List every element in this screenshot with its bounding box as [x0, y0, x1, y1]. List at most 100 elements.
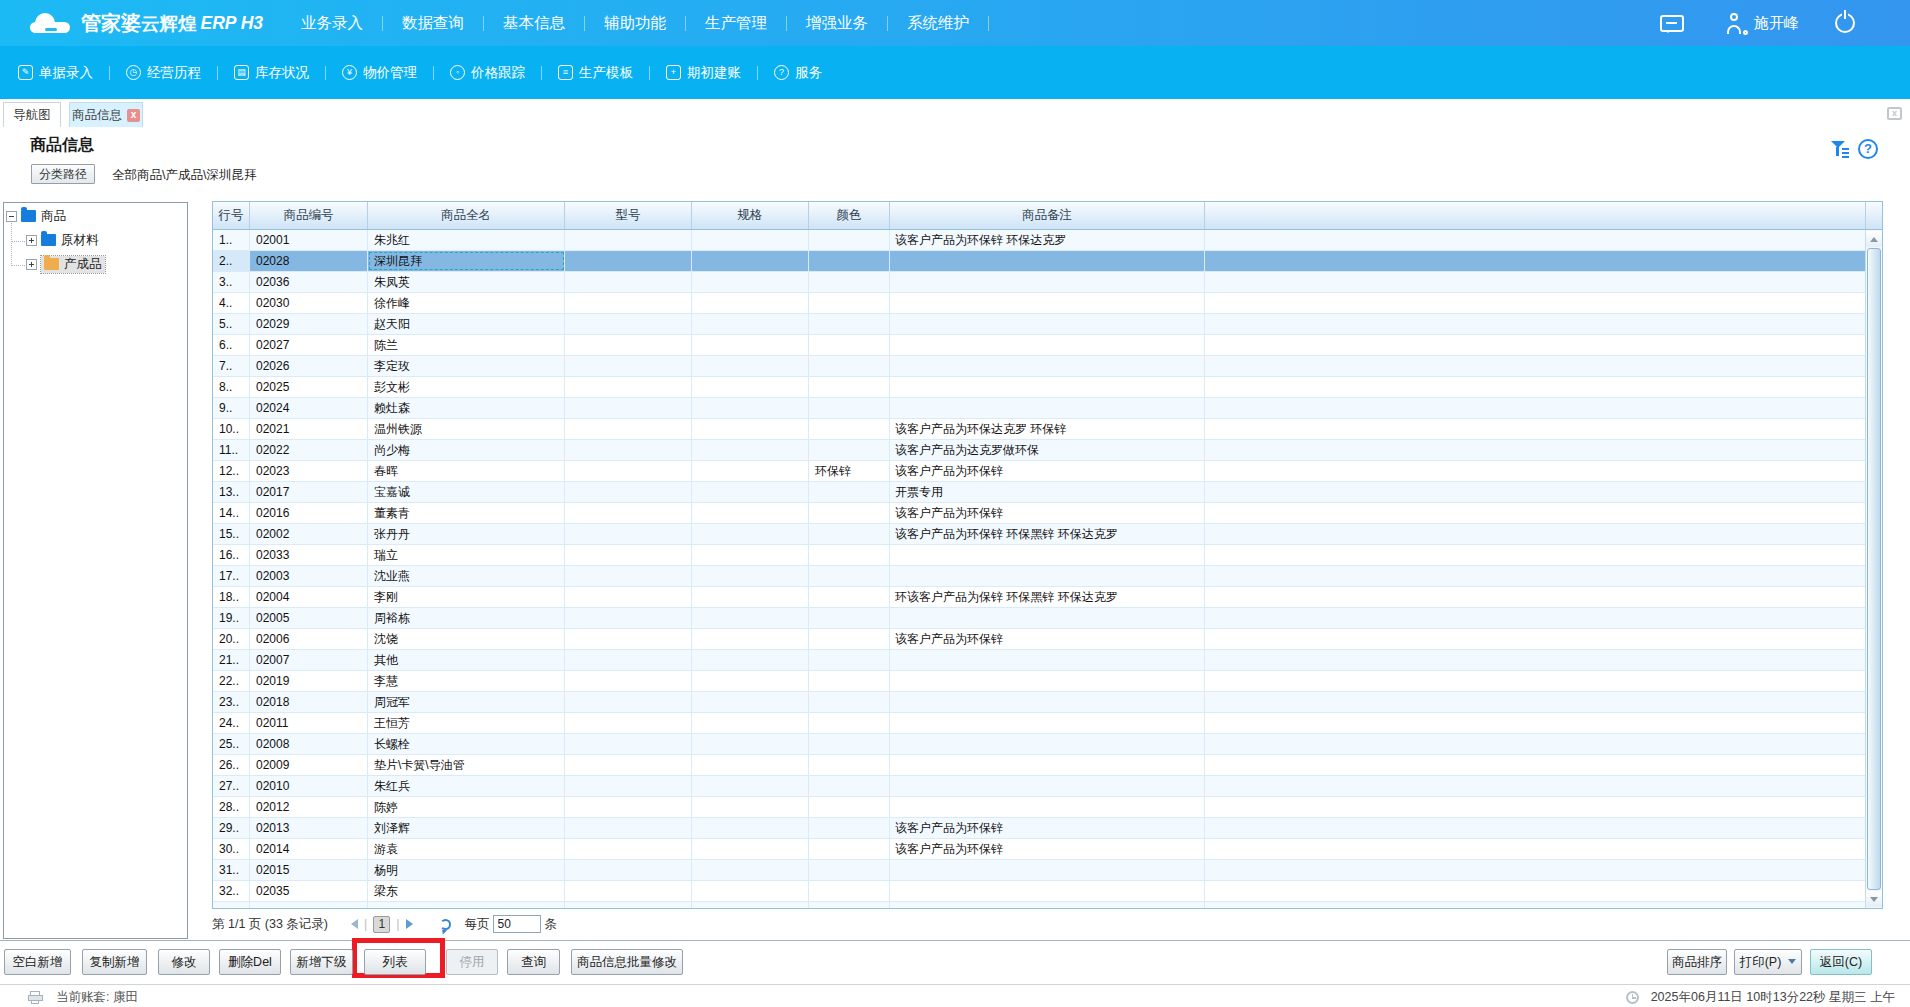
button-新增下级[interactable]: 新增下级 — [290, 949, 353, 975]
nav-item-6[interactable]: 增强业务 — [787, 13, 887, 34]
column-header-行号[interactable]: 行号 — [213, 202, 250, 229]
prev-page-icon[interactable] — [346, 919, 358, 929]
nav-item-7[interactable]: 系统维护 — [888, 13, 988, 34]
column-header-型号[interactable]: 型号 — [565, 202, 692, 229]
table-row[interactable]: 16..02033瑞立 — [213, 545, 1882, 566]
expand-icon[interactable] — [26, 259, 37, 270]
table-row[interactable]: 15..02002张丹丹该客户产品为环保锌 环保黑锌 环保达克罗 — [213, 524, 1882, 545]
table-row[interactable]: 12..02023春晖环保锌该客户产品为环保锌 — [213, 461, 1882, 482]
table-row[interactable]: 5..02029赵天阳 — [213, 314, 1882, 335]
table-row[interactable]: 22..02019李慧 — [213, 671, 1882, 692]
toolbar-item-6[interactable]: ≡生产模板 — [558, 64, 633, 82]
table-row[interactable]: 14..02016董素青该客户产品为环保锌 — [213, 503, 1882, 524]
cell-color — [809, 797, 890, 817]
table-row[interactable]: 18..02004李刚环该客户产品为保锌 环保黑锌 环保达克罗 — [213, 587, 1882, 608]
tree-node-原材料[interactable]: 原材料 — [26, 232, 99, 248]
table-row[interactable]: 25..02008长螺栓 — [213, 734, 1882, 755]
table-row[interactable]: 19..02005周裕栋 — [213, 608, 1882, 629]
toolbar-item-7[interactable]: +期初建账 — [666, 64, 741, 82]
column-header-商品编号[interactable]: 商品编号 — [250, 202, 368, 229]
current-page-button[interactable]: 1 — [373, 916, 390, 933]
category-path-button[interactable]: 分类路径 — [31, 164, 95, 184]
toolbar-item-1[interactable]: ✎单据录入 — [18, 64, 93, 82]
button-删除Del[interactable]: 删除Del — [219, 949, 281, 975]
tree-node-商品[interactable]: 商品 — [6, 208, 66, 224]
button-商品排序[interactable]: 商品排序 — [1667, 949, 1727, 975]
table-row[interactable]: 10..02021温州铁源该客户产品为环保达克罗 环保锌 — [213, 419, 1882, 440]
table-row[interactable]: 11..02022尚少梅该客户产品为达克罗做环保 — [213, 440, 1882, 461]
table-row[interactable]: 27..02010朱红兵 — [213, 776, 1882, 797]
column-header-empty[interactable] — [1205, 202, 1866, 229]
filter-icon[interactable] — [1831, 141, 1849, 158]
toolbar-item-2[interactable]: ◷经营历程 — [126, 64, 201, 82]
expand-icon[interactable] — [26, 235, 37, 246]
next-page-icon[interactable] — [406, 919, 418, 929]
cell-color — [809, 734, 890, 754]
toolbar-item-5[interactable]: ◦价格跟踪 — [450, 64, 525, 82]
button-停用[interactable]: 停用 — [446, 949, 498, 975]
user-icon[interactable] — [1727, 13, 1745, 33]
table-row[interactable]: 32..02035梁东 — [213, 881, 1882, 902]
nav-item-5[interactable]: 生产管理 — [686, 13, 786, 34]
button-查询[interactable]: 查询 — [507, 949, 560, 975]
button-修改[interactable]: 修改 — [158, 949, 210, 975]
button-空白新增[interactable]: 空白新增 — [4, 949, 71, 975]
column-header-商品全名[interactable]: 商品全名 — [368, 202, 565, 229]
toolbar-item-3[interactable]: ▤库存状况 — [234, 64, 309, 82]
cell-empty — [1205, 692, 1866, 712]
nav-item-4[interactable]: 辅助功能 — [585, 13, 685, 34]
scrollbar-thumb[interactable] — [1867, 248, 1881, 890]
toolbar-item-4[interactable]: ¥物价管理 — [342, 64, 417, 82]
nav-item-1[interactable]: 业务录入 — [282, 13, 382, 34]
close-all-tabs-icon[interactable]: x — [1887, 107, 1902, 120]
table-row[interactable]: 20..02006沈饶该客户产品为环保锌 — [213, 629, 1882, 650]
cell-remark: 该客户产品为环保锌 — [890, 629, 1205, 649]
column-header-empty[interactable] — [1866, 202, 1882, 229]
table-row[interactable]: 6..02027陈兰 — [213, 335, 1882, 356]
help-icon[interactable]: ? — [1858, 139, 1878, 159]
table-row[interactable]: 1..02001朱兆红该客户产品为环保锌 环保达克罗 — [213, 230, 1882, 251]
table-row[interactable]: 4..02030徐作峰 — [213, 293, 1882, 314]
button-打印(P)[interactable]: 打印(P) — [1734, 949, 1802, 975]
button-复制新增[interactable]: 复制新增 — [82, 949, 147, 975]
table-row[interactable]: 17..02003沈业燕 — [213, 566, 1882, 587]
cell-empty — [1205, 335, 1866, 355]
table-row[interactable]: 7..02026李定玫 — [213, 356, 1882, 377]
nav-item-2[interactable]: 数据查询 — [383, 13, 483, 34]
tree-node-产成品[interactable]: 产成品 — [26, 256, 105, 272]
table-row[interactable]: 21..02007其他 — [213, 650, 1882, 671]
table-row[interactable]: 26..02009垫片\卡簧\导油管 — [213, 755, 1882, 776]
table-row[interactable]: 30..02014游袁该客户产品为环保锌 — [213, 839, 1882, 860]
table-row[interactable]: 28..02012陈婷 — [213, 797, 1882, 818]
table-row[interactable]: 29..02013刘泽辉该客户产品为环保锌 — [213, 818, 1882, 839]
tab-product-info[interactable]: 商品信息 x — [69, 102, 143, 127]
table-row[interactable] — [213, 902, 1882, 908]
power-icon[interactable] — [1835, 13, 1855, 33]
column-header-规格[interactable]: 规格 — [692, 202, 809, 229]
nav-item-3[interactable]: 基本信息 — [484, 13, 584, 34]
table-row[interactable]: 9..02024赖灶森 — [213, 398, 1882, 419]
table-row[interactable]: 3..02036朱凤英 — [213, 272, 1882, 293]
table-row[interactable]: 24..02011王恒芳 — [213, 713, 1882, 734]
close-tab-icon[interactable]: x — [127, 109, 140, 122]
toolbar-item-8[interactable]: ?服务 — [774, 64, 822, 82]
button-商品信息批量修改[interactable]: 商品信息批量修改 — [571, 949, 683, 975]
scroll-down-icon[interactable] — [1866, 891, 1882, 907]
collapse-icon[interactable] — [6, 211, 17, 222]
refresh-icon[interactable] — [440, 919, 451, 930]
table-row[interactable]: 13..02017宝嘉诚开票专用 — [213, 482, 1882, 503]
table-row[interactable]: 2..02028深圳昆拜 — [213, 251, 1882, 272]
column-header-商品备注[interactable]: 商品备注 — [890, 202, 1205, 229]
table-row[interactable]: 8..02025彭文彬 — [213, 377, 1882, 398]
user-name[interactable]: 施开峰 — [1754, 14, 1799, 33]
scroll-up-icon[interactable] — [1866, 231, 1882, 247]
column-header-颜色[interactable]: 颜色 — [809, 202, 890, 229]
button-返回(C)[interactable]: 返回(C) — [1810, 949, 1872, 975]
page-size-input[interactable] — [493, 915, 541, 933]
table-row[interactable]: 31..02015杨明 — [213, 860, 1882, 881]
vertical-scrollbar[interactable] — [1865, 230, 1882, 908]
button-列表[interactable]: 列表 — [364, 949, 426, 975]
table-row[interactable]: 23..02018周冠军 — [213, 692, 1882, 713]
message-icon[interactable] — [1660, 15, 1684, 32]
tab-navigation[interactable]: 导航图 — [3, 102, 61, 127]
